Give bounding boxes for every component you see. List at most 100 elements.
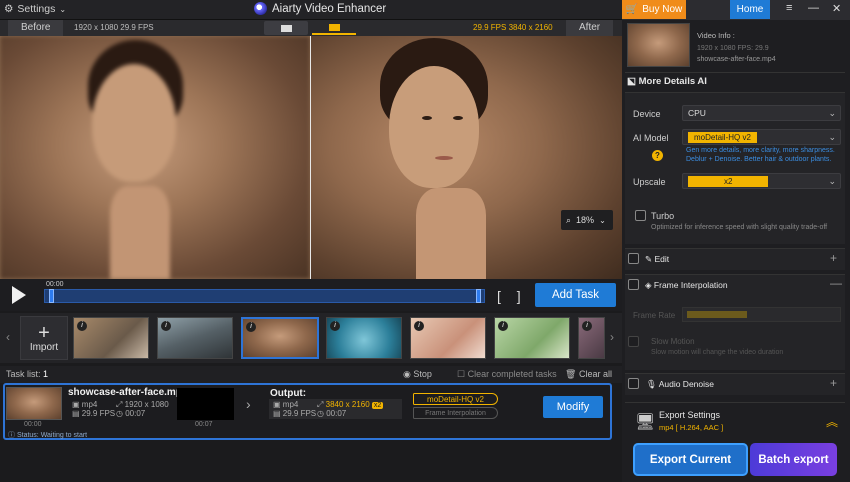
- app-title: Aiarty Video Enhancer: [254, 2, 386, 15]
- gear-icon: ⚙: [4, 3, 14, 15]
- turbo-checkbox[interactable]: [635, 210, 646, 221]
- chevron-down-icon: ⌄: [828, 175, 836, 186]
- upscale-select[interactable]: x2 ⌄: [682, 173, 841, 189]
- task-file-name: showcase-after-face.mp4: [68, 387, 188, 398]
- microphone-icon: 🎙: [646, 379, 657, 389]
- ai-section-title-text: More Details AI: [638, 76, 707, 87]
- info-icon[interactable]: i: [246, 322, 256, 332]
- clear-completed-label: Clear completed tasks: [467, 369, 557, 379]
- clear-all-label: Clear all: [578, 369, 612, 379]
- side-by-side-toggle[interactable]: [312, 21, 356, 35]
- device-value: CPU: [688, 108, 706, 118]
- export-current-button[interactable]: Export Current: [633, 443, 748, 476]
- info-icon[interactable]: i: [498, 321, 508, 331]
- thumbnail-face-selected[interactable]: i: [241, 317, 319, 359]
- side-by-side-icon: [328, 23, 340, 31]
- thumbnail-partial[interactable]: i: [578, 317, 605, 359]
- output-fps: ▤ 29.9 FPS: [273, 409, 317, 418]
- task-fps: ▤ 29.9 FPS: [72, 409, 116, 418]
- thumbnail-baby[interactable]: i: [410, 317, 486, 359]
- timeline-track[interactable]: [44, 289, 485, 303]
- ai-model-value: moDetail-HQ v2: [688, 131, 757, 143]
- output-duration-value: 00:07: [326, 409, 347, 418]
- stop-button[interactable]: ◉ Stop: [403, 369, 432, 380]
- output-duration: ◷ 00:07: [317, 409, 347, 418]
- info-icon[interactable]: i: [330, 321, 340, 331]
- ai-model-label: AI Model: [633, 133, 669, 143]
- zoom-control[interactable]: ⌕ 18% ⌄: [561, 210, 613, 230]
- task-list-title: Task list:: [6, 369, 41, 379]
- output-resolution-value: 3840 x 2160: [325, 400, 370, 409]
- expand-plus-icon[interactable]: +: [830, 251, 837, 265]
- task-resolution-value: 1920 x 1080: [124, 400, 169, 409]
- device-select[interactable]: CPU ⌄: [682, 105, 841, 121]
- home-button[interactable]: Home: [730, 0, 770, 19]
- chevron-up-icon[interactable]: ︽: [826, 413, 838, 430]
- stop-icon: ◉: [403, 369, 411, 379]
- minimize-icon[interactable]: —: [808, 2, 819, 14]
- modify-button[interactable]: Modify: [543, 396, 603, 418]
- frame-interpolation-checkbox[interactable]: [628, 279, 639, 290]
- thumbnail-bird[interactable]: i: [494, 317, 570, 359]
- device-label: Device: [633, 109, 661, 119]
- timeline-start-handle[interactable]: [49, 289, 54, 303]
- info-icon[interactable]: i: [161, 321, 171, 331]
- video-preview[interactable]: [0, 36, 622, 279]
- task-count: 1: [43, 369, 49, 379]
- slow-motion-description: Slow motion will change the video durati…: [651, 349, 784, 356]
- chevron-down-icon: ⌄: [828, 131, 836, 142]
- close-icon[interactable]: ✕: [832, 2, 841, 15]
- settings-menu[interactable]: ⚙ Settings ⌄: [4, 3, 66, 15]
- info-icon[interactable]: i: [582, 321, 592, 331]
- turbo-label: Turbo: [651, 211, 675, 221]
- after-frame: [311, 36, 622, 279]
- import-button[interactable]: + Import: [20, 316, 68, 360]
- buy-now-label: Buy Now: [642, 4, 683, 15]
- audio-denoise-checkbox[interactable]: [628, 378, 639, 389]
- video-info-thumbnail: [627, 23, 690, 67]
- clear-all-button[interactable]: 🗑 Clear all: [565, 369, 612, 380]
- after-label: After: [566, 20, 614, 36]
- cart-icon: 🛒: [625, 4, 639, 15]
- add-task-button[interactable]: Add Task: [535, 283, 616, 307]
- split-view-toggle[interactable]: [264, 21, 308, 35]
- chevron-down-icon: ⌄: [59, 4, 67, 14]
- menu-icon[interactable]: ≡: [786, 2, 792, 14]
- edit-checkbox[interactable]: [628, 253, 639, 264]
- buy-now-button[interactable]: 🛒 Buy Now: [622, 0, 686, 19]
- task-status-text: Status: Waiting to start: [16, 432, 88, 439]
- clear-completed-button[interactable]: ☐ Clear completed tasks: [457, 369, 557, 380]
- help-icon[interactable]: ?: [652, 150, 663, 161]
- frame-interpolation-label: ◈ Frame Interpolation: [645, 280, 728, 291]
- thumbnail-road[interactable]: i: [157, 317, 233, 359]
- compare-divider[interactable]: [310, 36, 311, 279]
- frame-rate-select[interactable]: [682, 307, 841, 322]
- ai-model-select[interactable]: moDetail-HQ v2 ⌄: [682, 129, 841, 145]
- expand-plus-icon[interactable]: +: [830, 376, 837, 390]
- stop-label: Stop: [413, 369, 432, 379]
- info-icon[interactable]: i: [77, 321, 87, 331]
- info-icon[interactable]: i: [414, 321, 424, 331]
- slow-motion-checkbox[interactable]: [628, 336, 639, 347]
- chevron-left-icon[interactable]: ‹: [6, 330, 10, 344]
- edit-label: ✎ Edit: [645, 254, 669, 265]
- batch-export-button[interactable]: Batch export: [750, 443, 837, 476]
- video-info-meta: 1920 x 1080 FPS: 29.9: [697, 45, 769, 52]
- thumbnail-jellyfish[interactable]: i: [326, 317, 402, 359]
- turbo-description: Optimized for inference speed with sligh…: [651, 224, 828, 231]
- audio-denoise-label-text: Audio Denoise: [658, 379, 714, 389]
- edit-icon: ✎: [645, 254, 653, 264]
- trim-brackets-icon[interactable]: [ ]: [497, 288, 527, 304]
- collapse-minus-icon[interactable]: —: [830, 276, 842, 290]
- checklist-icon: ☐: [457, 369, 466, 379]
- chevron-right-icon[interactable]: ›: [610, 330, 614, 344]
- before-info: 1920 x 1080 29.9 FPS: [74, 23, 154, 32]
- before-frame: [0, 36, 310, 279]
- play-button[interactable]: [12, 286, 26, 304]
- frame-rate-indicator: [687, 311, 747, 318]
- timeline-end-handle[interactable]: [476, 289, 481, 303]
- task-frame-interp-tag: Frame Interpolation: [413, 407, 498, 419]
- split-view-icon: [280, 24, 292, 32]
- thumbnail-cat[interactable]: i: [73, 317, 149, 359]
- import-label: Import: [29, 341, 59, 353]
